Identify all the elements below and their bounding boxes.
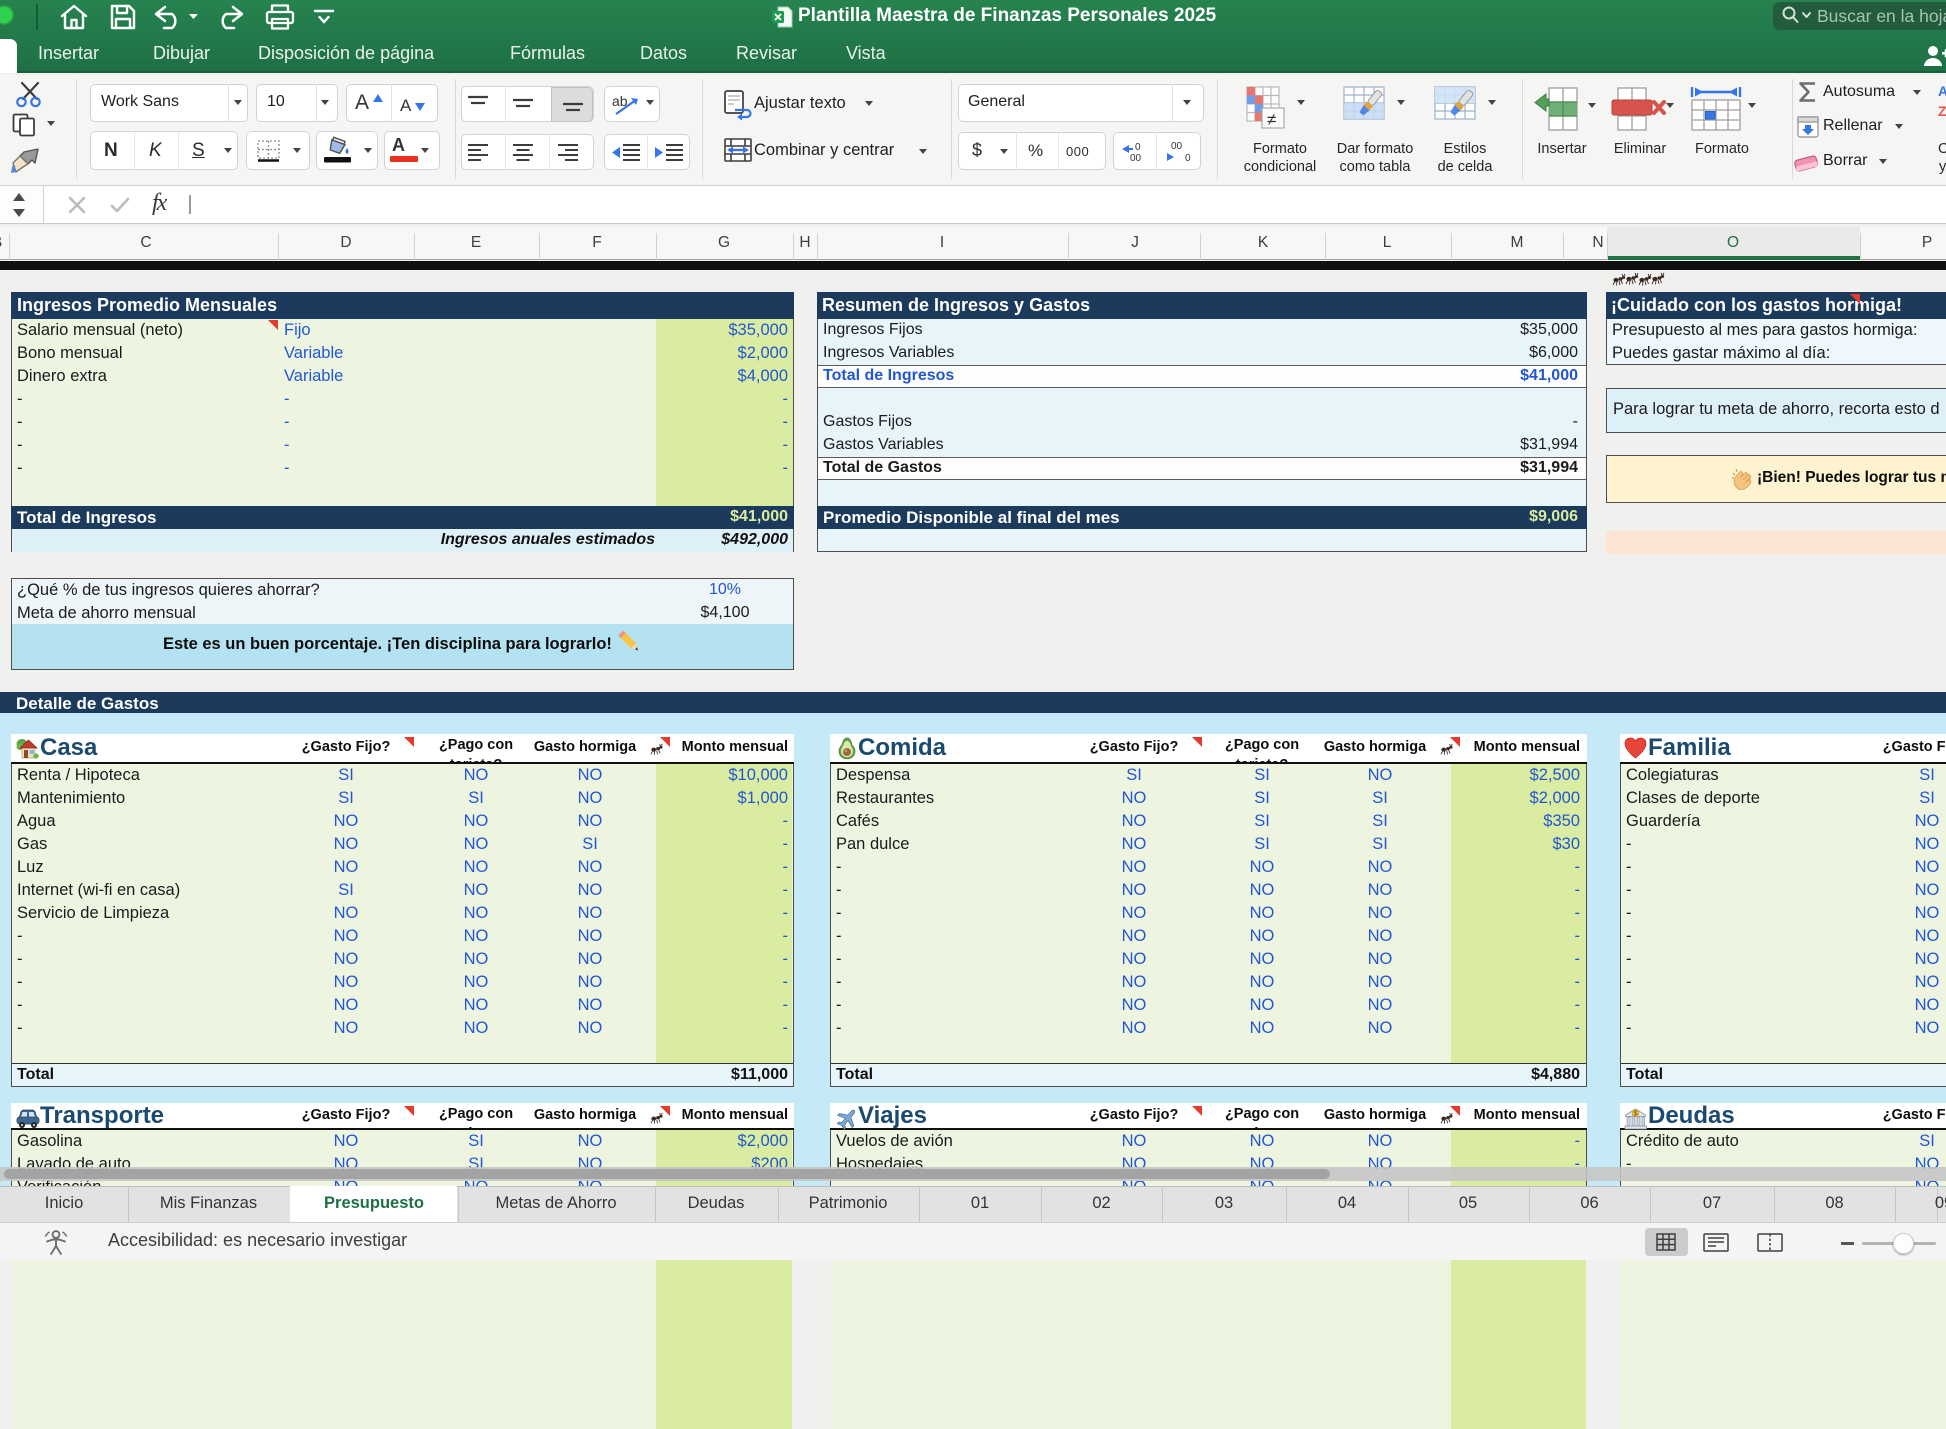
svg-text:0: 0 xyxy=(1185,153,1191,164)
svg-text:Z: Z xyxy=(1938,103,1946,119)
svg-text:00: 00 xyxy=(1130,153,1142,164)
svg-text:00: 00 xyxy=(1171,141,1183,152)
svg-text:A: A xyxy=(1938,83,1946,99)
svg-text:0: 0 xyxy=(1135,142,1141,153)
svg-text:≠: ≠ xyxy=(1267,110,1276,129)
svg-text:$: $ xyxy=(1634,1111,1638,1118)
